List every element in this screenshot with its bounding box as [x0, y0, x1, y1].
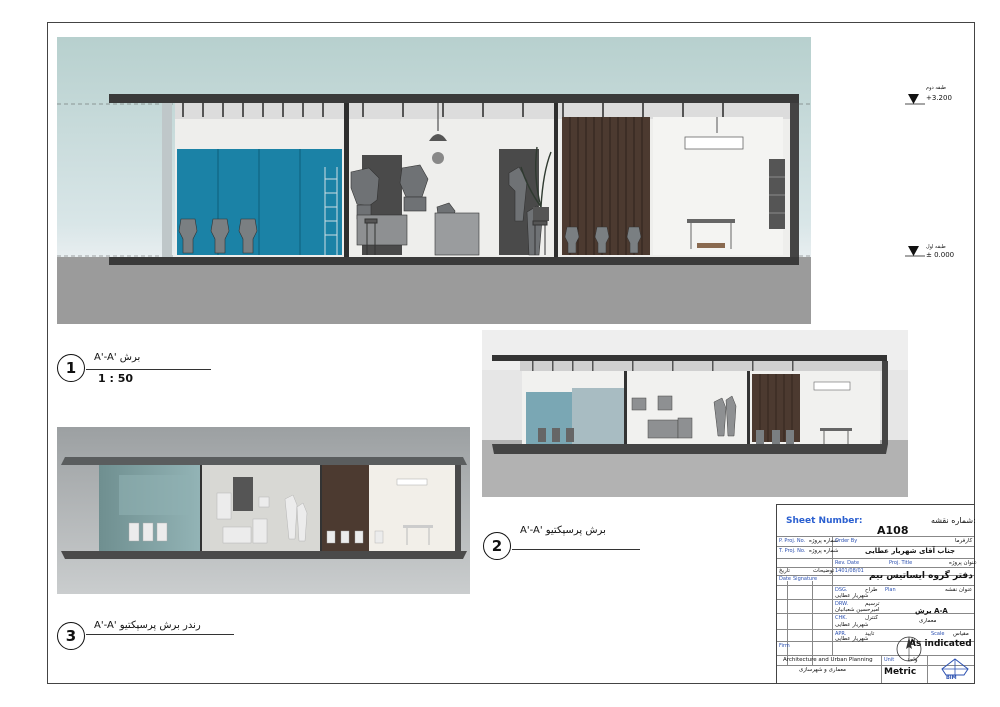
- chk-fa: کنترل: [865, 615, 878, 621]
- temp-code-label: T. Proj. No.: [779, 548, 806, 554]
- level-elevation-lower: ± 0.000: [926, 251, 955, 259]
- discipline: معماری: [919, 618, 937, 624]
- level-arrow-icon: [905, 246, 925, 257]
- level-elevation-upper: +3.200: [926, 94, 952, 102]
- employer-label: کارفرما: [955, 538, 973, 544]
- company-logo: BIM: [940, 657, 970, 683]
- rev-date-label: Rev. Date: [835, 560, 860, 566]
- logo-mark-icon: [941, 658, 969, 676]
- date-label: تاریخ: [779, 568, 790, 574]
- firm-fa: معماری و شهرسازی: [799, 667, 846, 673]
- rev-date-value: 1401/08/01: [835, 568, 864, 574]
- project-code-label: P. Proj. No.: [779, 538, 806, 544]
- section-drawing: [57, 37, 811, 324]
- apr-name: شهریار عطایی: [835, 636, 869, 642]
- view-title-underline-1: [86, 369, 211, 370]
- logo-text: BIM: [946, 675, 957, 681]
- plan-label: Plan: [885, 587, 896, 593]
- sheet-number-label: Sheet Number:: [786, 516, 863, 526]
- view-title-1: A'-A' برش: [94, 352, 141, 363]
- unit-fa: واحد: [907, 657, 918, 663]
- project-title-label: Proj. Title: [889, 560, 913, 566]
- render-section-drawing: [57, 427, 470, 594]
- sheet-number-cell: Sheet Number: شماره نقشه: A108: [777, 505, 976, 537]
- firm-label: Firm: [779, 643, 790, 649]
- chk-label: CHK.: [835, 615, 848, 621]
- desc-label: توضیحات: [813, 568, 835, 574]
- perspective-section-drawing: [482, 330, 908, 497]
- section-view-3[interactable]: [57, 427, 470, 594]
- unit-value: Metric: [884, 667, 917, 677]
- date-en-label: Date: [779, 576, 791, 582]
- plan-fa: عنوان نقشه: [945, 587, 973, 593]
- view-title-2: A'-A' برش پرسپکتیو: [520, 525, 606, 536]
- view-title-3: A'-A' رندر برش پرسپکتیو: [94, 620, 201, 631]
- project-title-fa: عنوان پروژه: [949, 560, 977, 566]
- section-view-1[interactable]: [57, 37, 811, 324]
- scale-label: Scale: [931, 631, 945, 637]
- unit-label: Unit: [884, 657, 895, 663]
- view-number-1: 1: [57, 354, 85, 382]
- chk-name: شهریار عطایی: [835, 622, 869, 628]
- view-title-underline-2: [512, 549, 640, 550]
- view-number-3: 3: [57, 622, 85, 650]
- view-title-underline-3: [86, 634, 234, 635]
- title-block: Sheet Number: شماره نقشه: A108 P. Proj. …: [776, 504, 977, 684]
- sheet-number-fa: شماره نقشه:: [931, 516, 976, 525]
- plan-title: برش A-A: [915, 607, 948, 615]
- temp-code-fa: شماره پروژه: [809, 548, 839, 554]
- level-name-lower: طبقه اول: [926, 244, 946, 250]
- order-by-label: Order By: [835, 538, 858, 544]
- level-arrow-icon: [905, 94, 925, 105]
- drw-name: امیرحسین شعبانیان: [835, 607, 880, 613]
- view-number-2: 2: [483, 532, 511, 560]
- project-title: دفتر گروه ایساتیس بیم: [869, 571, 973, 581]
- section-view-2[interactable]: [482, 330, 908, 497]
- level-name-upper: طبقه دوم: [926, 85, 947, 91]
- view-scale-1: 1 : 50: [98, 372, 134, 385]
- compass-label: N: [911, 638, 916, 645]
- scale-fa: مقیاس: [953, 631, 969, 637]
- dsg-name: شهریار عطایی: [835, 593, 869, 599]
- employer-name: جناب آقای شهریار عطایی: [865, 547, 955, 555]
- firm-en: Architecture and Urban Planning: [783, 657, 873, 663]
- signature-en-label: Signature: [793, 576, 818, 582]
